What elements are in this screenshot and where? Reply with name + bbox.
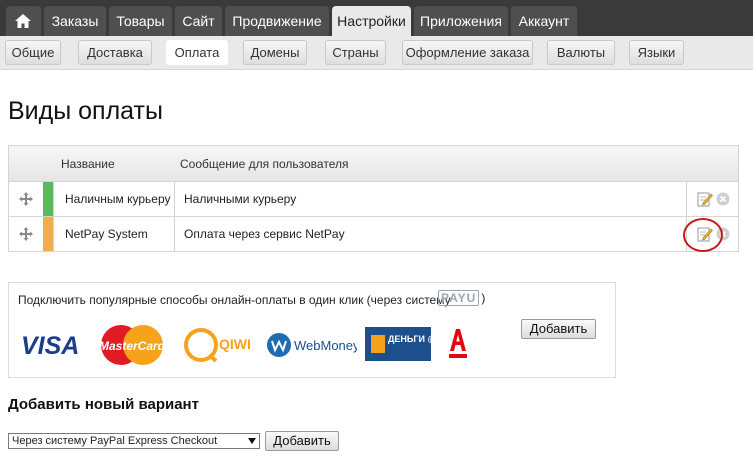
tab-promotion[interactable]: Продвижение xyxy=(225,6,329,36)
tab-account[interactable]: Аккаунт xyxy=(511,6,577,36)
home-tab[interactable] xyxy=(6,6,41,36)
column-header-message: Сообщение для пользователя xyxy=(180,157,349,171)
dengi-mail-logo-text: ДЕНЬГИ @mail.ru xyxy=(388,334,431,344)
add-new-heading: Добавить новый вариант xyxy=(8,396,199,413)
payu-panel: Подключить популярные способы онлайн-опл… xyxy=(8,282,616,378)
payu-logo-text: PAYU xyxy=(438,290,480,306)
tab-products[interactable]: Товары xyxy=(109,6,172,36)
highlight-circle xyxy=(683,218,723,252)
payment-method-select-value: Через систему PayPal Express Checkout xyxy=(12,435,218,447)
subtab-countries[interactable]: Страны xyxy=(325,40,386,65)
table-header: Название Сообщение для пользователя xyxy=(8,145,739,182)
mastercard-logo-text: MasterCard xyxy=(99,339,165,353)
status-color-bar xyxy=(43,182,53,216)
main-nav: Заказы Товары Сайт Продвижение Настройки… xyxy=(0,0,753,36)
dengi-mail-logo: ДЕНЬГИ @mail.ru xyxy=(365,327,466,361)
page-title: Виды оплаты xyxy=(8,97,163,125)
payment-name: NetPay System xyxy=(65,227,148,241)
subtab-checkout-design[interactable]: Оформление заказа xyxy=(402,40,533,65)
payment-message: Оплата через сервис NetPay xyxy=(184,227,345,241)
subtab-delivery[interactable]: Доставка xyxy=(78,40,152,65)
tab-apps[interactable]: Приложения xyxy=(414,6,508,36)
payu-close-paren: ) xyxy=(481,291,487,305)
payment-message: Наличными курьеру xyxy=(184,192,297,206)
subtab-general[interactable]: Общие xyxy=(5,40,61,65)
home-icon xyxy=(15,14,31,28)
settings-subnav: Общие Доставка Оплата Домены Страны Офор… xyxy=(0,36,753,70)
payment-name: Наличным курьеру xyxy=(65,192,171,206)
tab-site[interactable]: Сайт xyxy=(175,6,222,36)
payu-description-text: Подключить популярные способы онлайн-опл… xyxy=(18,293,451,307)
qiwi-logo: QIWI xyxy=(181,323,251,367)
payment-method-select[interactable]: Через систему PayPal Express Checkout xyxy=(8,433,260,449)
chevron-down-icon xyxy=(248,438,256,444)
subtab-payment[interactable]: Оплата xyxy=(166,40,228,65)
visa-logo-text: VISA xyxy=(21,332,79,360)
table-row: Наличным курьеру Наличными курьеру xyxy=(8,182,739,217)
qiwi-logo-text: QIWI xyxy=(219,336,251,352)
visa-logo: VISA xyxy=(19,327,87,363)
payu-description: Подключить популярные способы онлайн-опл… xyxy=(18,293,451,307)
mastercard-logo: MasterCard xyxy=(99,323,166,367)
add-payment-button[interactable]: Добавить xyxy=(265,431,339,451)
subtab-languages[interactable]: Языки xyxy=(629,40,684,65)
column-header-name: Название xyxy=(61,157,115,171)
tab-settings[interactable]: Настройки xyxy=(332,6,411,36)
tab-orders[interactable]: Заказы xyxy=(44,6,106,36)
delete-icon[interactable] xyxy=(716,192,730,206)
table-row: NetPay System Оплата через сервис NetPay xyxy=(8,217,739,252)
payu-logo: PAYU) xyxy=(438,289,486,306)
drag-handle-icon[interactable] xyxy=(18,226,34,242)
payu-add-button[interactable]: Добавить xyxy=(521,319,596,339)
webmoney-logo: WebMoney xyxy=(265,329,360,361)
status-color-bar xyxy=(43,217,53,251)
drag-handle-icon[interactable] xyxy=(18,191,34,207)
alfa-bank-logo xyxy=(445,325,471,361)
webmoney-logo-text: WebMoney xyxy=(294,338,357,353)
subtab-domains[interactable]: Домены xyxy=(243,40,307,65)
subtab-currencies[interactable]: Валюты xyxy=(547,40,615,65)
edit-icon[interactable] xyxy=(697,191,713,207)
